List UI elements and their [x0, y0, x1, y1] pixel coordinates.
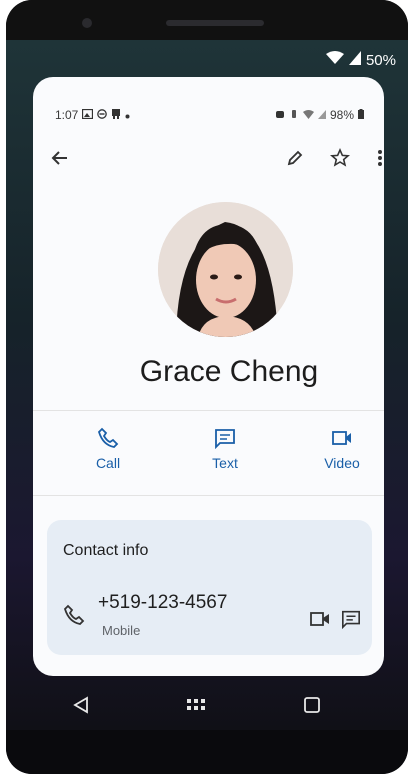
phone-number[interactable]: +519-123-4567 [98, 592, 227, 614]
gallery-notification-icon [82, 108, 94, 122]
recents-square-icon[interactable] [299, 692, 325, 718]
star-icon[interactable] [327, 145, 353, 171]
video-icon [332, 431, 351, 445]
call-button[interactable]: Call [73, 427, 143, 471]
dot-icon [125, 108, 130, 122]
device-status-bar: 50% [325, 51, 396, 69]
dnd-icon [97, 108, 108, 122]
signal-small-icon [317, 108, 326, 122]
video-button[interactable]: Video [307, 427, 377, 471]
status-battery-text: 98% [329, 108, 354, 122]
app-drawer-icon[interactable] [183, 692, 209, 718]
alarm-icon [275, 108, 285, 122]
video-label: Video [324, 455, 360, 471]
battery-icon [358, 108, 364, 122]
phone-type-label: Mobile [102, 623, 141, 638]
text-button[interactable]: Text [190, 427, 260, 471]
device-top-bar [6, 0, 408, 40]
earpiece-speaker [166, 20, 264, 26]
video-call-icon[interactable] [307, 606, 333, 632]
phone-device: 50% 1:07 98% Grace Cheng Call Text Video… [6, 0, 408, 774]
contact-info-title: Contact info [63, 542, 149, 559]
app-notification-icon [111, 108, 121, 122]
phone-icon [61, 602, 87, 628]
front-camera [82, 18, 92, 28]
phone-icon [97, 427, 119, 448]
contact-name: Grace Cheng [139, 355, 319, 388]
contact-info-card: Contact info +519-123-4567 Mobile [47, 520, 372, 655]
divider [33, 495, 384, 496]
edit-pencil-icon[interactable] [282, 145, 308, 171]
app-screen: 1:07 98% Grace Cheng Call Text Video Con… [33, 77, 384, 676]
status-time: 1:07 [55, 108, 79, 122]
back-triangle-icon[interactable] [68, 692, 94, 718]
message-icon[interactable] [338, 606, 364, 632]
back-arrow-icon[interactable] [47, 145, 73, 171]
device-battery-text: 50% [365, 51, 396, 69]
system-nav-bar [6, 680, 408, 730]
inner-status-bar: 1:07 98% [55, 108, 364, 122]
signal-icon [348, 51, 361, 69]
message-icon [215, 429, 235, 449]
more-vert-icon[interactable] [367, 145, 384, 171]
wifi-small-icon [302, 108, 314, 122]
contact-avatar [158, 202, 293, 337]
wifi-icon [325, 51, 344, 69]
contact-toolbar [33, 141, 384, 175]
divider [33, 410, 384, 411]
text-label: Text [212, 455, 238, 471]
vibrate-icon [289, 108, 299, 122]
call-label: Call [95, 455, 121, 471]
device-bottom-chin [6, 730, 408, 774]
